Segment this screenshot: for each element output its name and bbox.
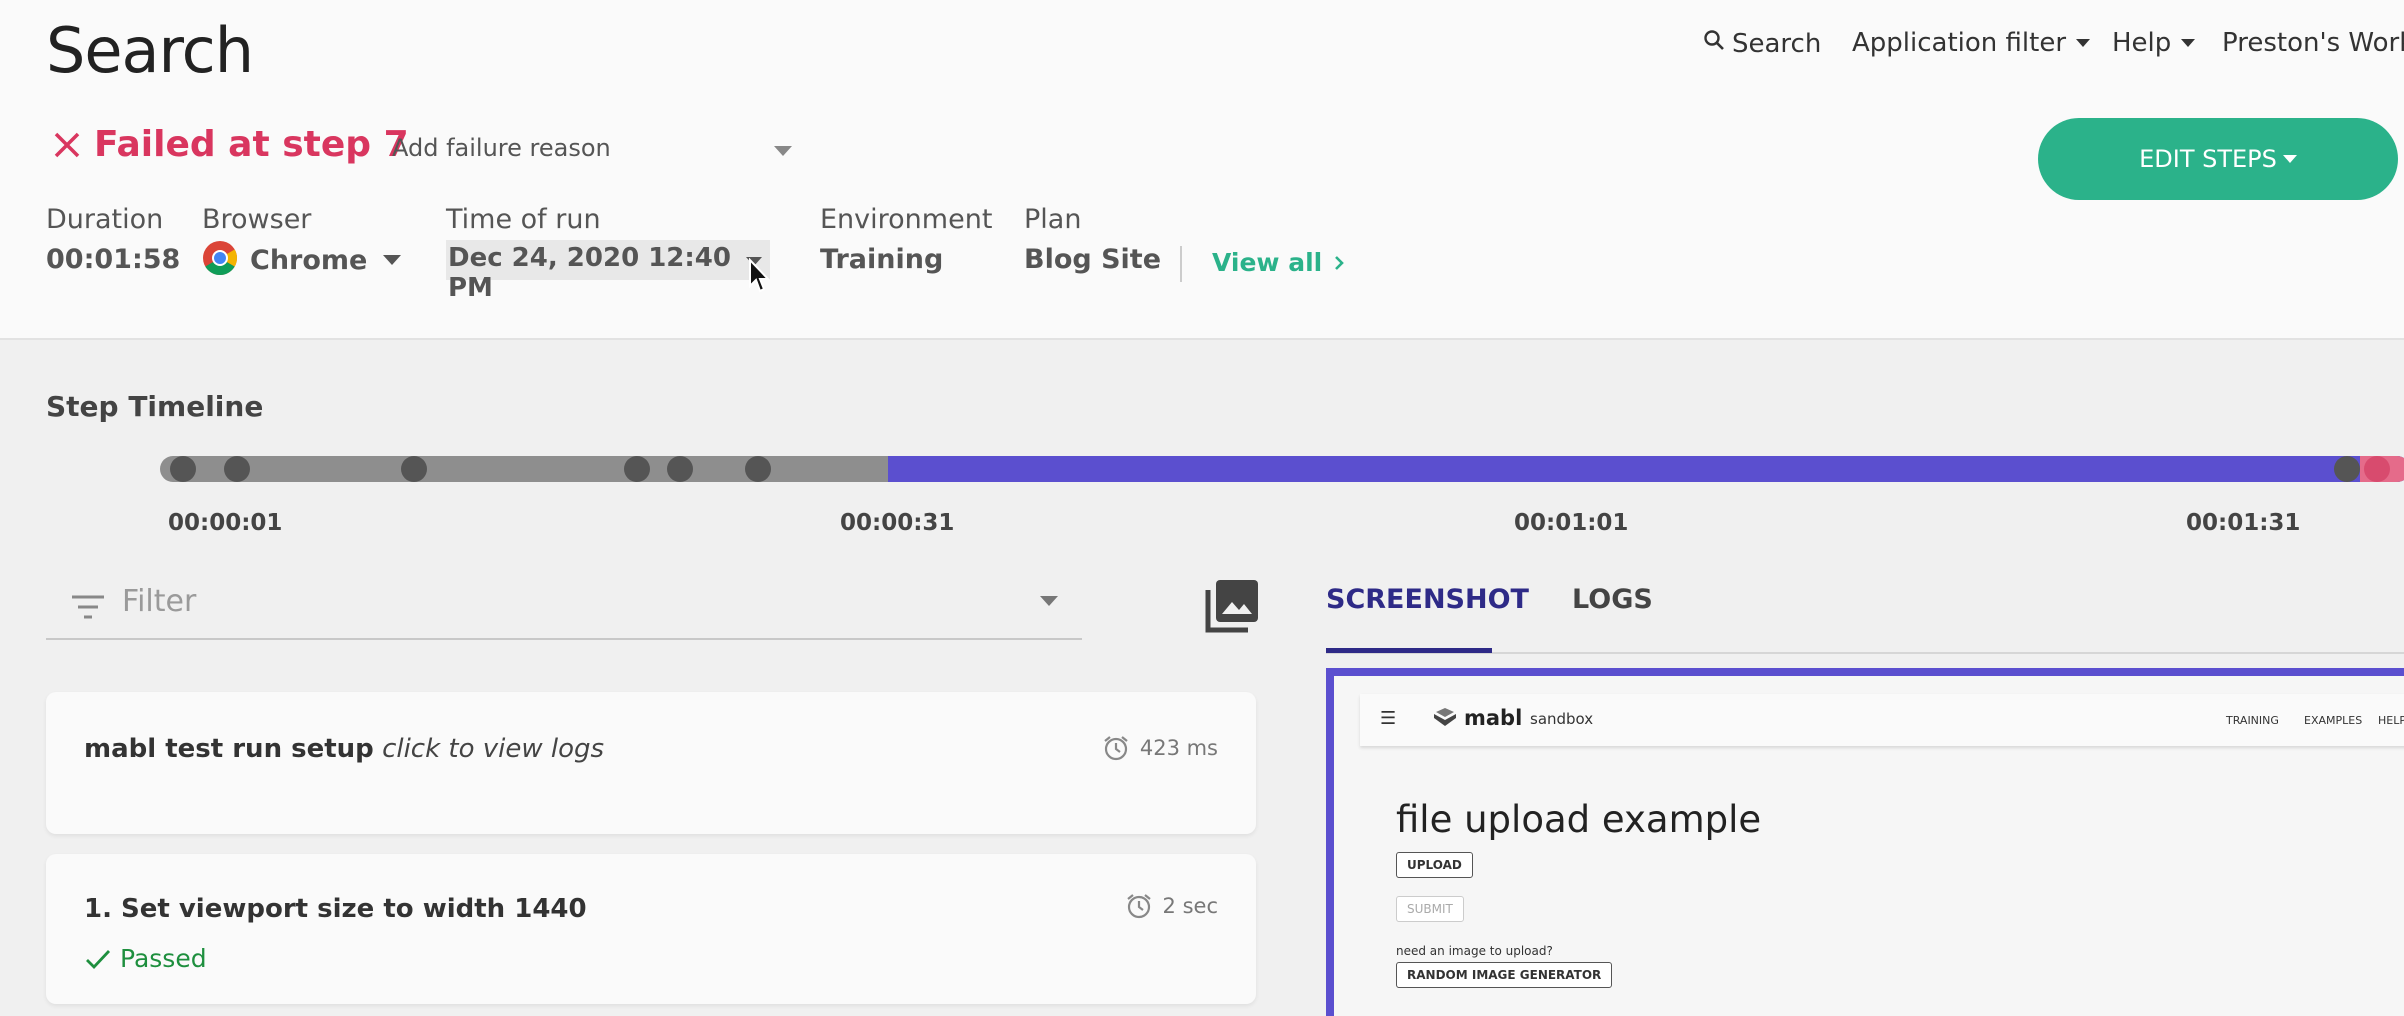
run-status: Failed at step 7 <box>52 124 409 165</box>
failure-reason-dropdown[interactable]: Add failure reason <box>392 134 792 162</box>
preview-header: ☰ mabl sandbox TRAINING EXAMPLES HELP <box>1360 694 2404 746</box>
edit-steps-label: EDIT STEPS <box>2139 145 2277 173</box>
browser-dropdown[interactable]: Chrome <box>202 241 402 276</box>
preview-prompt: need an image to upload? <box>1396 944 1553 958</box>
alarm-clock-icon <box>1104 736 1128 761</box>
search-icon <box>1702 28 1732 59</box>
caret-down-icon <box>2181 39 2196 47</box>
tab-screenshot[interactable]: SCREENSHOT <box>1326 584 1529 615</box>
view-all-link[interactable]: View all <box>1212 248 1346 277</box>
caret-down-icon <box>2076 39 2091 47</box>
page-title: Search <box>46 14 254 87</box>
timeline-step-marker[interactable] <box>667 456 693 482</box>
preview-brand: mabl <box>1464 706 1523 730</box>
browser-value: Chrome <box>250 244 368 276</box>
global-search[interactable]: Search <box>1702 28 1821 59</box>
chrome-icon <box>203 241 237 275</box>
plan-value: Blog Site <box>1024 244 1162 275</box>
help-label: Help <box>2112 28 2172 58</box>
step-title-text: mabl test run setup <box>84 734 374 764</box>
time-of-run-label: Time of run <box>446 204 601 235</box>
view-all-label: View all <box>1212 248 1323 277</box>
step-status-text: Passed <box>120 944 207 973</box>
mabl-logo-icon <box>1432 706 1458 734</box>
duration-value: 00:01:58 <box>46 244 181 275</box>
timeline-active-segment <box>888 456 2404 482</box>
application-filter-menu[interactable]: Application filter <box>1852 28 2091 58</box>
timeline-tick: 00:01:01 <box>1514 510 1629 536</box>
hamburger-icon: ☰ <box>1380 708 1397 729</box>
timeline-tick: 00:00:01 <box>168 510 283 536</box>
time-of-run-dropdown[interactable]: Dec 24, 2020 12:40 PM <box>446 240 770 303</box>
preview-upload-button: UPLOAD <box>1396 852 1473 878</box>
preview-sandbox: sandbox <box>1530 710 1594 728</box>
dropdown-arrow-icon <box>383 255 402 265</box>
timeline-step-marker[interactable] <box>624 456 650 482</box>
failure-reason-placeholder: Add failure reason <box>392 134 611 162</box>
help-menu[interactable]: Help <box>2112 28 2196 58</box>
image-gallery-icon[interactable] <box>1204 576 1262 634</box>
environment-value: Training <box>820 244 944 275</box>
step-timeline-title: Step Timeline <box>46 390 264 423</box>
step-status: Passed <box>84 944 207 973</box>
step-card[interactable]: 1. Set viewport size to width 1440 Passe… <box>46 854 1256 1004</box>
timeline-tick: 00:01:31 <box>2186 510 2301 536</box>
step-duration: 423 ms <box>1102 734 1218 762</box>
preview-submit-button: SUBMIT <box>1396 896 1464 922</box>
environment-label: Environment <box>820 204 993 235</box>
timeline-step-marker[interactable] <box>401 456 427 482</box>
timeline-step-marker[interactable] <box>224 456 250 482</box>
alarm-clock-icon <box>1126 894 1151 919</box>
dropdown-arrow-icon <box>774 146 792 156</box>
edit-steps-button[interactable]: EDIT STEPS <box>2038 118 2398 200</box>
close-icon <box>54 132 80 157</box>
timeline-failed-marker[interactable] <box>2364 456 2390 482</box>
timeline-step-marker[interactable] <box>170 456 196 482</box>
step-duration-value: 2 sec <box>1162 894 1218 918</box>
step-card-setup[interactable]: mabl test run setup click to view logs 4… <box>46 692 1256 834</box>
step-hint: click to view logs <box>382 734 605 764</box>
caret-down-icon <box>2282 155 2297 163</box>
screenshot-preview[interactable]: ☰ mabl sandbox TRAINING EXAMPLES HELP fi… <box>1326 668 2404 1016</box>
divider <box>1180 246 1182 282</box>
check-icon <box>86 949 111 969</box>
step-title: 1. Set viewport size to width 1440 <box>84 894 587 924</box>
plan-label: Plan <box>1024 204 1082 235</box>
search-label: Search <box>1732 28 1822 59</box>
step-duration: 2 sec <box>1125 892 1218 920</box>
preview-nav-help: HELP <box>2378 714 2404 727</box>
workspace-label: Preston's Work <box>2222 28 2404 58</box>
application-filter-label: Application filter <box>1852 28 2067 58</box>
step-timeline-track[interactable] <box>160 456 2404 482</box>
tab-logs[interactable]: LOGS <box>1572 584 1653 615</box>
preview-nav-examples: EXAMPLES <box>2304 714 2363 727</box>
step-duration-value: 423 ms <box>1139 736 1218 760</box>
step-title: mabl test run setup click to view logs <box>84 734 604 764</box>
run-header: Search Search Application filter Help Pr… <box>0 0 2404 340</box>
workspace-menu[interactable]: Preston's Work <box>2222 28 2404 58</box>
preview-nav-training: TRAINING <box>2226 714 2279 727</box>
timeline-tick: 00:00:31 <box>840 510 955 536</box>
mouse-cursor-icon <box>749 258 770 293</box>
status-text: Failed at step 7 <box>94 124 409 165</box>
preview-random-image-button: RANDOM IMAGE GENERATOR <box>1396 962 1613 988</box>
timeline-step-marker[interactable] <box>2334 456 2360 482</box>
chevron-right-icon <box>1335 255 1345 270</box>
filter-placeholder: Filter <box>122 584 197 619</box>
duration-label: Duration <box>46 204 164 235</box>
timeline-step-marker[interactable] <box>745 456 771 482</box>
dropdown-arrow-icon <box>1040 596 1058 606</box>
active-tab-indicator <box>1326 648 1492 653</box>
filter-icon <box>72 595 104 619</box>
browser-label: Browser <box>202 204 312 235</box>
step-filter[interactable]: Filter <box>46 560 1082 640</box>
preview-heading: file upload example <box>1396 798 1762 841</box>
time-of-run-value: Dec 24, 2020 12:40 PM <box>448 243 731 303</box>
